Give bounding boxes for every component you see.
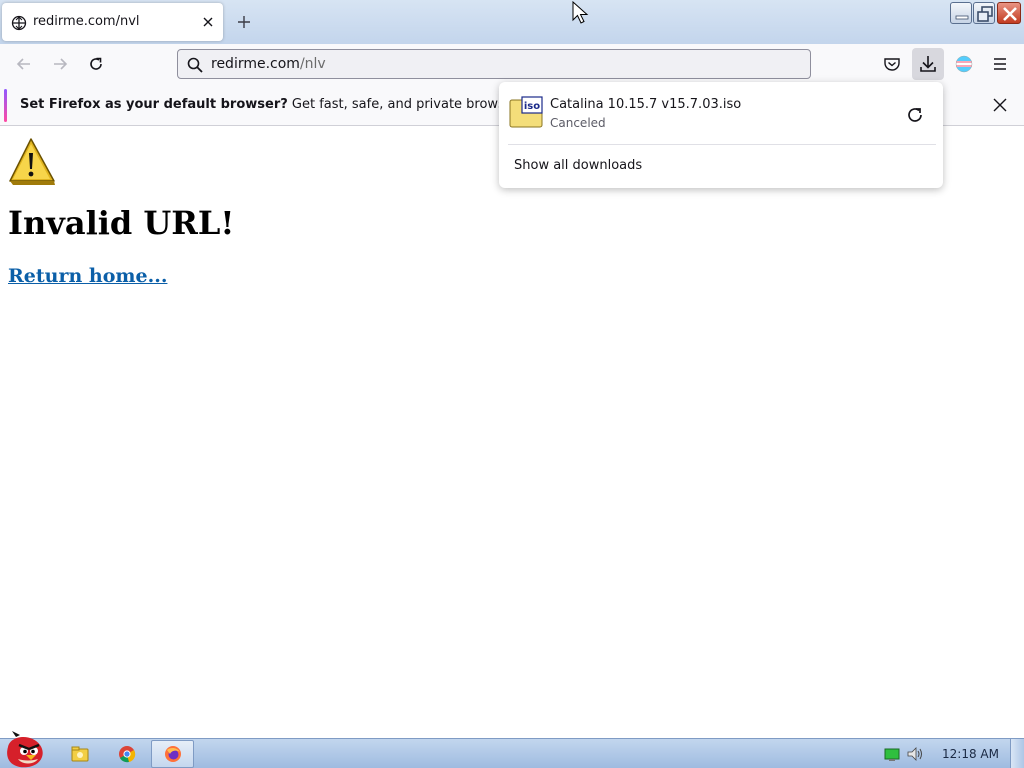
taskbar: 12:18 AM xyxy=(0,731,1024,768)
page-heading: Invalid URL! xyxy=(8,204,235,242)
title-bar: redirme.com/nvl xyxy=(0,0,1024,44)
start-button-bird-icon[interactable] xyxy=(2,731,50,768)
download-icon xyxy=(920,56,936,72)
system-clock[interactable]: 12:18 AM xyxy=(942,747,999,761)
return-home-link[interactable]: Return home... xyxy=(8,265,167,287)
warning-icon xyxy=(9,138,55,185)
reload-icon[interactable] xyxy=(86,54,106,74)
network-monitor-icon[interactable] xyxy=(883,745,901,763)
show-all-downloads-button[interactable]: Show all downloads xyxy=(514,158,642,173)
notification-accent-stripe xyxy=(4,89,7,122)
tab-title: redirme.com/nvl xyxy=(33,14,140,29)
retry-download-icon[interactable] xyxy=(904,104,926,126)
close-icon xyxy=(1003,7,1017,21)
download-filename[interactable]: Catalina 10.15.7 v15.7.03.iso xyxy=(550,97,741,112)
url-domain: redirme.com xyxy=(211,56,300,72)
chrome-icon[interactable] xyxy=(118,745,136,763)
firefox-icon xyxy=(165,746,181,762)
window-minimize-button[interactable] xyxy=(950,2,972,24)
file-explorer-icon[interactable] xyxy=(71,745,89,763)
downloads-panel: iso Catalina 10.15.7 v15.7.03.iso Cancel… xyxy=(499,82,943,188)
url-path: /nlv xyxy=(299,56,326,72)
window-restore-button[interactable] xyxy=(973,2,995,24)
pocket-icon[interactable] xyxy=(882,54,902,74)
notification-title: Set Firefox as your default browser? xyxy=(20,97,288,112)
page-favicon-icon xyxy=(11,15,27,31)
back-arrow-icon[interactable] xyxy=(14,54,34,74)
tab-active[interactable]: redirme.com/nvl xyxy=(2,3,223,41)
tab-close-icon[interactable] xyxy=(201,15,215,29)
volume-icon[interactable] xyxy=(906,745,924,763)
mouse-cursor-icon xyxy=(572,1,589,24)
account-avatar-icon[interactable] xyxy=(954,54,974,74)
navigation-toolbar: redirme.com/nlv xyxy=(0,44,1024,85)
minimize-icon xyxy=(955,15,969,20)
window-close-button[interactable] xyxy=(997,2,1021,24)
show-desktop-button[interactable] xyxy=(1010,739,1024,768)
notification-close-icon[interactable] xyxy=(991,96,1009,114)
downloads-button[interactable] xyxy=(912,48,944,80)
taskbar-firefox-button[interactable] xyxy=(151,740,194,768)
address-bar[interactable]: redirme.com/nlv xyxy=(177,49,811,79)
download-status: Canceled xyxy=(550,116,606,130)
iso-badge-text: iso xyxy=(524,101,540,112)
restore-icon xyxy=(977,6,993,22)
iso-file-icon: iso xyxy=(509,96,543,128)
panel-divider xyxy=(508,144,936,145)
address-text: redirme.com/nlv xyxy=(211,56,326,72)
forward-arrow-icon[interactable] xyxy=(50,54,70,74)
hamburger-menu-icon[interactable] xyxy=(990,54,1010,74)
new-tab-icon[interactable] xyxy=(236,14,252,30)
search-icon xyxy=(187,57,203,73)
